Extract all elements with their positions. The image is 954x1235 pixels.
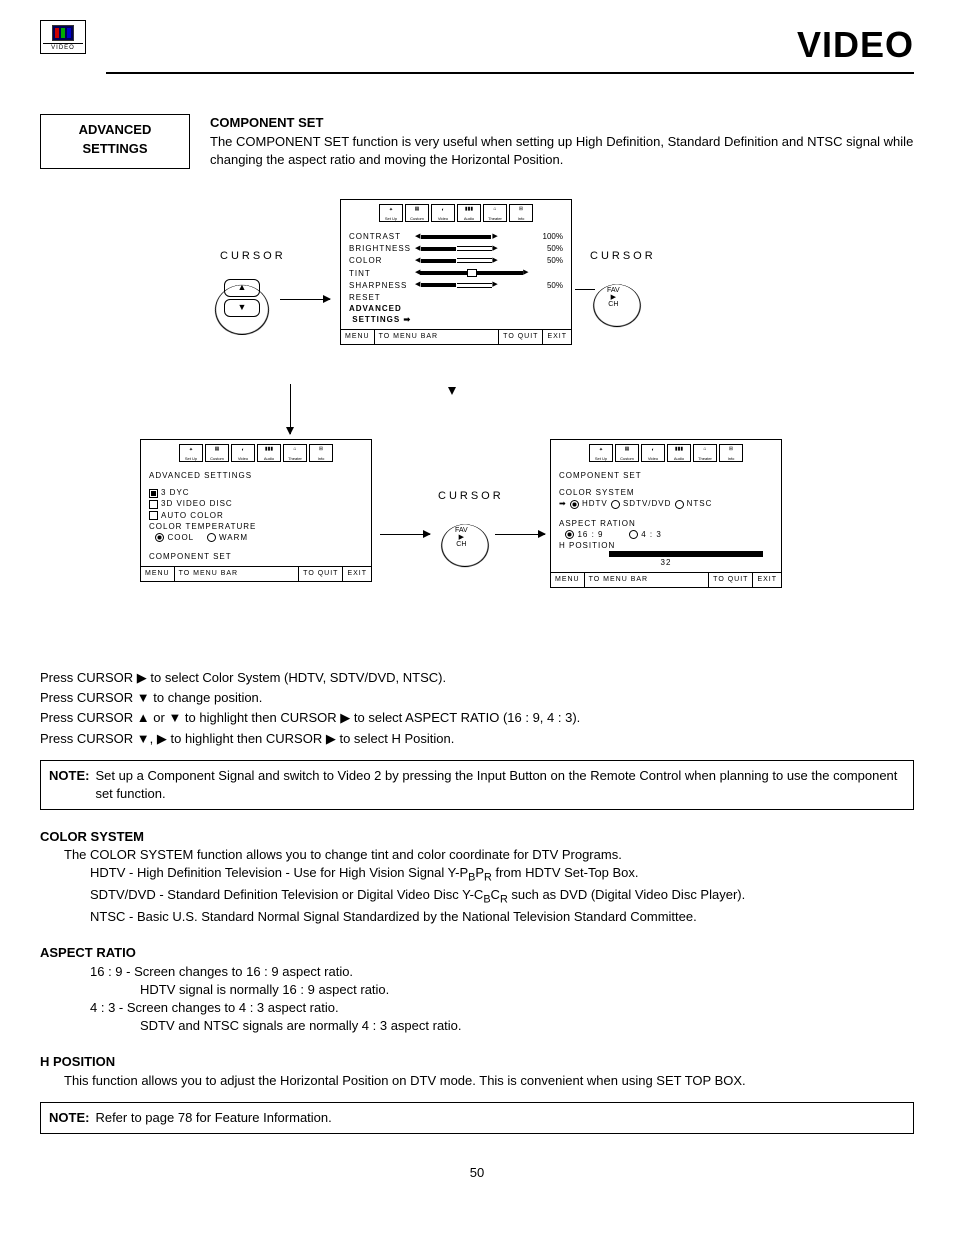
tab-row-2: ✦Set Up ▦Custom ◐Video ▮▮▮Audio ⌂Theater… xyxy=(141,440,371,466)
note-box-1: NOTE: Set up a Component Signal and swit… xyxy=(40,760,914,810)
arrow-1 xyxy=(280,299,330,300)
component-set-intro: COMPONENT SET The COMPONENT SET function… xyxy=(210,114,914,169)
aspect-ratio-section: ASPECT RATIO 16 : 9 - Screen changes to … xyxy=(40,944,914,1035)
ar-l4: SDTV and NTSC signals are normally 4 : 3… xyxy=(140,1017,914,1035)
diagram-area: CURSOR ▲▼ ✦Set Up ▦Custom ◐Video ▮▮▮Audi… xyxy=(40,189,914,649)
cs-ntsc: NTSC - Basic U.S. Standard Normal Signal… xyxy=(90,908,914,926)
note1-text: Set up a Component Signal and switch to … xyxy=(95,767,905,803)
cursor-label-1: CURSOR xyxy=(220,249,286,264)
instr-4: Press CURSOR ▼, ▶ to highlight then CURS… xyxy=(40,730,914,748)
remote-fav-1: FAV▶CH xyxy=(594,269,640,331)
arrow-down-2tip xyxy=(452,334,453,394)
osd-panel-component: ✦Set Up ▦Custom ◐Video ▮▮▮Audio ⌂Theater… xyxy=(550,439,782,588)
cs-hdtv: HDTV - High Definition Television - Use … xyxy=(90,864,914,886)
note2-label: NOTE: xyxy=(49,1109,89,1127)
advanced-settings-box: ADVANCED SETTINGS xyxy=(40,114,190,169)
aspect-ratio-label: ASPECT RATION xyxy=(559,518,773,529)
h-position-section: H POSITION This function allows you to a… xyxy=(40,1053,914,1089)
color-system-label: COLOR SYSTEM xyxy=(559,487,773,498)
aspect-ratio-opts: 16 : 9 4 : 3 xyxy=(559,529,773,540)
heading-row: ADVANCED SETTINGS COMPONENT SET The COMP… xyxy=(40,114,914,169)
instr-2: Press CURSOR ▼ to change position. xyxy=(40,689,914,707)
item-3dvd: 3D VIDEO DISC xyxy=(149,498,363,509)
panel1-footer: MENUTO MENU BARTO QUITEXIT xyxy=(341,329,571,344)
arrow-2 xyxy=(380,534,430,535)
osd-panel-advanced: ✦Set Up ▦Custom ◐Video ▮▮▮Audio ⌂Theater… xyxy=(140,439,372,582)
color-system-section: COLOR SYSTEM The COLOR SYSTEM function a… xyxy=(40,828,914,926)
instr-1: Press CURSOR ▶ to select Color System (H… xyxy=(40,669,914,687)
component-set-heading: COMPONENT SET xyxy=(210,114,914,132)
h-position-label: H POSITION xyxy=(559,540,773,551)
tab-audio: ▮▮▮Audio xyxy=(457,204,481,222)
color-temp-label: COLOR TEMPERATURE xyxy=(149,521,363,532)
ar-l1: 16 : 9 - Screen changes to 16 : 9 aspect… xyxy=(90,963,914,981)
video-icon: VIDEO xyxy=(40,20,86,54)
item-autocolor: AUTO COLOR xyxy=(149,510,363,521)
tab-theater: ⌂Theater xyxy=(483,204,507,222)
comp-set-title: COMPONENT SET xyxy=(559,470,773,481)
arrow-seg-a xyxy=(575,289,595,290)
tab-custom: ▦Custom xyxy=(405,204,429,222)
adv-line1: ADVANCED xyxy=(79,122,152,137)
tab-row-3: ✦Set Up ▦Custom ◐Video ▮▮▮Audio ⌂Theater… xyxy=(551,440,781,466)
color-temp-opts: COOL WARM xyxy=(149,532,363,543)
page-number: 50 xyxy=(40,1164,914,1182)
settings-row: SETTINGS ➡ xyxy=(349,314,563,325)
adv-row: ADVANCED xyxy=(349,303,563,314)
arrow-3 xyxy=(495,534,545,535)
instructions-block: Press CURSOR ▶ to select Color System (H… xyxy=(40,669,914,748)
h-position-heading: H POSITION xyxy=(40,1053,914,1071)
tab-info: ⊞Info xyxy=(509,204,533,222)
cursor-label-3: CURSOR xyxy=(438,489,504,504)
h-position-val: 32 xyxy=(559,557,773,568)
tab-row-1: ✦Set Up ▦Custom ◐Video ▮▮▮Audio ⌂Theater… xyxy=(341,200,571,226)
adv-settings-title: ADVANCED SETTINGS xyxy=(149,470,363,481)
arrow-down-1 xyxy=(290,384,291,434)
tab-video: ◐Video xyxy=(431,204,455,222)
note-box-2: NOTE: Refer to page 78 for Feature Infor… xyxy=(40,1102,914,1134)
h-position-text: This function allows you to adjust the H… xyxy=(64,1072,914,1090)
note2-text: Refer to page 78 for Feature Information… xyxy=(95,1109,331,1127)
cs-sdtv: SDTV/DVD - Standard Definition Televisio… xyxy=(90,886,914,908)
video-icon-label: VIDEO xyxy=(43,43,83,52)
aspect-ratio-heading: ASPECT RATIO xyxy=(40,944,914,962)
adv-line2: SETTINGS xyxy=(82,141,147,156)
item-3dyc: 3 DYC xyxy=(149,487,363,498)
top-bar: VIDEO VIDEO xyxy=(40,20,914,74)
instr-3: Press CURSOR ▲ or ▼ to highlight then CU… xyxy=(40,709,914,727)
cursor-label-2: CURSOR xyxy=(590,249,656,264)
page-title: VIDEO xyxy=(106,20,914,74)
component-set-item: COMPONENT SET xyxy=(149,551,363,562)
tab-setup: ✦Set Up xyxy=(379,204,403,222)
note1-label: NOTE: xyxy=(49,767,89,803)
remote-up-down: ▲▼ xyxy=(216,267,268,339)
reset-row: RESET xyxy=(349,292,563,303)
ar-l3: 4 : 3 - Screen changes to 4 : 3 aspect r… xyxy=(90,999,914,1017)
remote-fav-2: FAV▶CH xyxy=(442,509,488,571)
component-set-desc: The COMPONENT SET function is very usefu… xyxy=(210,133,914,169)
color-system-intro: The COLOR SYSTEM function allows you to … xyxy=(64,846,914,864)
color-system-heading: COLOR SYSTEM xyxy=(40,828,914,846)
ar-l2: HDTV signal is normally 16 : 9 aspect ra… xyxy=(140,981,914,999)
color-system-opts: ➡ HDTV SDTV/DVD NTSC xyxy=(559,498,773,509)
panel1-body: CONTRAST◀▶100%BRIGHTNESS◀▶50%COLOR◀▶50%T… xyxy=(341,226,571,330)
osd-panel-video: ✦Set Up ▦Custom ◐Video ▮▮▮Audio ⌂Theater… xyxy=(340,199,572,345)
